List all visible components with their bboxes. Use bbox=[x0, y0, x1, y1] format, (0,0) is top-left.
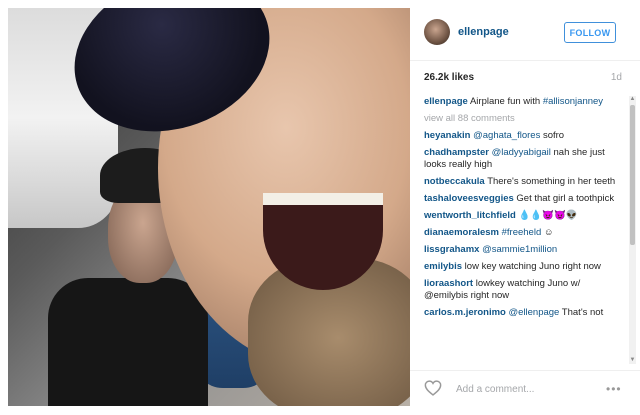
comment-text: ☺ bbox=[541, 227, 554, 238]
comment-user[interactable]: emilybis bbox=[424, 261, 462, 272]
post-stats: 26.2k likes 1d bbox=[424, 72, 624, 86]
comment-user[interactable]: carlos.m.jeronimo bbox=[424, 307, 506, 318]
caption-hashtag[interactable]: #allisonjanney bbox=[543, 96, 603, 107]
comment-mention[interactable]: @ellenpage bbox=[508, 307, 559, 318]
comment-input[interactable] bbox=[454, 378, 598, 400]
comment-mention[interactable]: @ladyyabigail bbox=[492, 147, 551, 158]
comment-item: carlos.m.jeronimo @ellenpage That's not bbox=[424, 307, 618, 319]
post-time[interactable]: 1d bbox=[611, 72, 622, 83]
caption-text: Airplane fun with bbox=[469, 96, 541, 107]
comment-user[interactable]: lissgrahamx bbox=[424, 244, 479, 255]
comment-text: That's not bbox=[559, 307, 604, 318]
likes-count[interactable]: 26.2k likes bbox=[424, 72, 474, 83]
comment-user[interactable]: notbeccakula bbox=[424, 176, 485, 187]
scroll-up-icon[interactable]: ▲ bbox=[629, 96, 636, 103]
comment-text: Get that girl a toothpick bbox=[516, 193, 615, 204]
comment-text: There's something in her teeth bbox=[487, 176, 616, 187]
comment-mention[interactable]: @sammie1million bbox=[482, 244, 557, 255]
view-all-comments-link[interactable]: view all 88 comments bbox=[424, 113, 618, 125]
post-username[interactable]: ellenpage bbox=[458, 26, 509, 38]
comment-user[interactable]: lioraashort bbox=[424, 278, 473, 289]
comment-hashtag[interactable]: #freeheld bbox=[502, 227, 542, 238]
scroll-thumb[interactable] bbox=[630, 105, 635, 245]
comment-user[interactable]: wentworth_litchfield bbox=[424, 210, 516, 221]
comments-scrollbar[interactable]: ▲ ▼ bbox=[629, 96, 636, 364]
follow-button[interactable]: FOLLOW bbox=[564, 22, 616, 43]
comment-item: tashaloveesveggies Get that girl a tooth… bbox=[424, 193, 618, 205]
comment-text: low key watching Juno right now bbox=[464, 261, 601, 272]
comment-user[interactable]: dianaemoralesm bbox=[424, 227, 499, 238]
caption: ellenpage Airplane fun with #allisonjann… bbox=[424, 96, 618, 108]
comments-list: ellenpage Airplane fun with #allisonjann… bbox=[424, 96, 618, 366]
comment-mention[interactable]: @aghata_flores bbox=[473, 130, 540, 141]
comment-user[interactable]: tashaloveesveggies bbox=[424, 193, 514, 204]
post-modal: ellenpage FOLLOW 26.2k likes 1d ellenpag… bbox=[8, 8, 640, 415]
comment-item: chadhampster @ladyyabigail nah she just … bbox=[424, 147, 618, 171]
comment-item: wentworth_litchfield 💧💧😈😈👽 bbox=[424, 210, 618, 222]
comment-item: lissgrahamx @sammie1million bbox=[424, 244, 618, 256]
comment-user[interactable]: chadhampster bbox=[424, 147, 489, 158]
comment-item: heyanakin @aghata_flores sofro bbox=[424, 130, 618, 142]
post-sidebar: ellenpage FOLLOW 26.2k likes 1d ellenpag… bbox=[410, 8, 640, 415]
comment-text: sofro bbox=[540, 130, 565, 141]
scroll-down-icon[interactable]: ▼ bbox=[629, 357, 636, 364]
comment-item: lioraashort lowkey watching Juno w/ @emi… bbox=[424, 278, 618, 302]
comment-item: emilybis low key watching Juno right now bbox=[424, 261, 618, 273]
comment-user[interactable]: heyanakin bbox=[424, 130, 470, 141]
comment-item: notbeccakula There's something in her te… bbox=[424, 176, 618, 188]
caption-user[interactable]: ellenpage bbox=[424, 96, 468, 107]
post-footer: ••• bbox=[410, 370, 640, 407]
heart-icon[interactable] bbox=[424, 380, 442, 396]
post-header: ellenpage FOLLOW bbox=[410, 8, 640, 61]
comment-item: dianaemoralesm #freeheld ☺ bbox=[424, 227, 618, 239]
post-photo[interactable] bbox=[8, 8, 410, 406]
avatar[interactable] bbox=[424, 19, 450, 45]
more-options-icon[interactable]: ••• bbox=[606, 382, 622, 396]
coat-shape bbox=[48, 278, 208, 406]
comment-text: 💧💧😈😈👽 bbox=[518, 210, 578, 221]
